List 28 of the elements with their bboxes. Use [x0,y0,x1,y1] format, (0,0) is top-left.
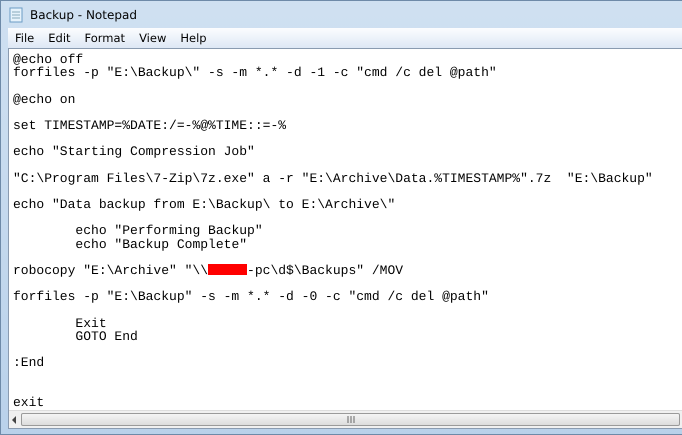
grip-icon [346,416,354,423]
code-line: GOTO End [74,330,139,344]
code-line: @echo on [13,92,76,106]
code-line: echo "Backup Complete" [74,238,248,251]
code-line: set TIMESTAMP=%DATE:/=-%@%TIME::=-% [13,118,288,132]
redaction-mark [208,264,248,275]
scroll-left-icon[interactable] [11,416,17,424]
code-text: robocopy "E:\Archive" "\\ [13,263,208,278]
window-title: Backup - Notepad [30,8,137,22]
code-line: forfiles -p "E:\Backup" -s -m *.* -d -0 -c "cmd /c del @path" [13,290,490,304]
code-line: "C:\Program Files\7-Zip\7z.exe" a -r "E:\Archive\Data.%TIMESTAMP%".7z "E:\Backup" [13,172,654,185]
code-line: exit [13,396,46,410]
menu-item[interactable]: File [8,31,42,45]
notepad-icon [8,6,24,22]
horizontal-scrollbar[interactable] [9,410,682,428]
menu-item[interactable]: View [132,31,174,45]
code-line: forfiles -p "E:\Backup\" -s -m *.* -d -1 -c "cmd /c del @path" [13,66,498,80]
code-line: :End [13,356,46,370]
code-line: @echo off [13,53,84,66]
code-line: echo "Data backup from E:\Backup\ to E:\Archive\" [13,198,396,212]
code-text: -pc\d$\Backups" /MOV [247,263,404,278]
menu-item[interactable]: Help [173,31,214,45]
code-line: echo "Performing Backup" [74,224,264,238]
scroll-thumb[interactable] [21,413,680,426]
menu-item[interactable]: Edit [41,31,78,45]
code-line: echo "Starting Compression Job" [13,145,256,158]
code-line: Exit [74,316,108,330]
menu-item[interactable]: Format [78,31,132,45]
